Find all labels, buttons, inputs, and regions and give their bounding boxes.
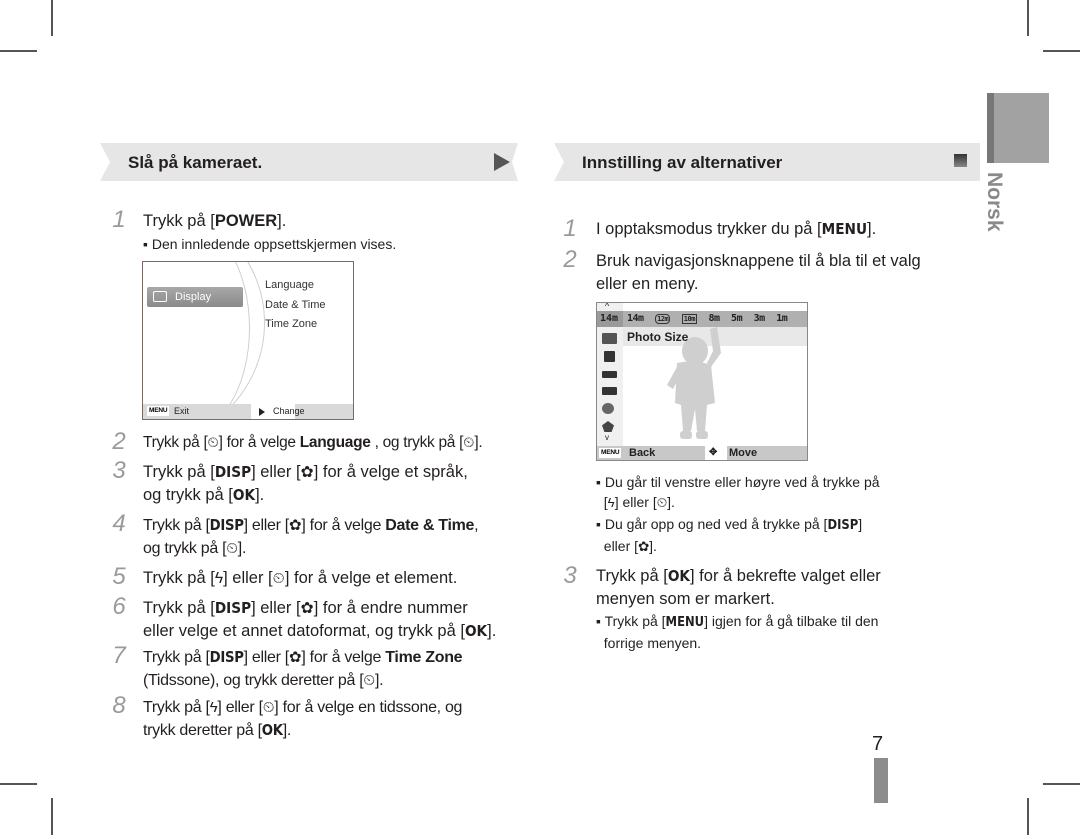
chevron-up-icon: ^ [605,302,610,311]
step-8: Trykk på [ϟ] eller [⏲] for å velge en ti… [143,696,462,742]
page-number: 7 [872,733,884,755]
chevron-down-icon: v [605,433,609,442]
language-tab-edge [987,93,994,163]
exit-label: Exit [174,406,190,416]
step-2: Trykk på [⏲] for å velge Language , og t… [143,431,483,455]
section-header-right: Innstilling av alternativer [554,143,980,181]
section-header-left: Slå på kameraet. [100,143,518,181]
crop-mark [51,0,53,36]
bullet: ▪ Du går opp og ned ved å trykke på [DIS… [596,514,862,557]
section-title: Innstilling av alternativer [582,153,783,172]
play-icon [494,153,510,171]
display-icon [153,291,167,302]
quality-icon [602,333,617,344]
timer-icon: ⏲ [207,435,219,451]
screen-footer: MENU Back ✥ Move [597,446,807,460]
step-number: 4 [112,510,126,537]
step-3: Trykk på [DISP] eller [✿] for å velge et… [143,463,468,504]
flash-icon: ϟ [214,570,224,587]
timer-icon: ⏲ [363,672,375,689]
option-date-time[interactable]: Date & Time [265,299,326,311]
camera-setup-screen: Display Language Date & Time Time Zone M… [142,261,354,420]
photo-size-label[interactable]: Photo Size [627,330,688,344]
timer-icon: ⏲ [262,699,275,716]
step-number: 7 [112,642,126,669]
crop-mark [1043,783,1080,785]
timer-icon: ⏲ [272,570,285,587]
macro-icon: ✿ [288,517,302,534]
step-5: Trykk på [ϟ] eller [⏲] for å velge et el… [143,567,457,590]
bullet: ▪ Du går til venstre eller høyre ved å t… [596,472,880,513]
step-3: Trykk på [OK] for å bekrefte valget elle… [596,567,881,608]
step-3-bullet: ▪ Trykk på [MENU] igjen for å gå tilbake… [596,613,879,651]
step-4: Trykk på [DISP] eller [✿] for å velge Da… [143,514,479,560]
current-size: 14m [600,313,619,324]
face-detect-icon [602,403,614,414]
step-number: 1 [112,206,126,233]
change-label: Change [273,406,305,416]
crop-mark [1027,0,1029,36]
macro-icon: ✿ [288,649,302,666]
macro-icon: ✿ [300,600,314,617]
page-marker-bar [874,758,888,803]
crop-mark [0,783,37,785]
timer-icon: ⏲ [226,540,238,557]
menu-item-display[interactable]: Display [147,287,243,307]
option-time-zone[interactable]: Time Zone [265,318,317,330]
crop-mark [1043,50,1080,52]
size-option[interactable]: 1m [776,313,788,324]
timer-icon: ⏲ [656,495,668,510]
move-label: Move [729,447,758,459]
language-tab [987,93,1049,163]
play-icon [259,408,265,416]
step-7: Trykk på [DISP] eller [✿] for å velge Ti… [143,646,463,692]
stop-icon [954,154,967,167]
crop-mark [51,798,53,835]
step-6: Trykk på [DISP] eller [✿] for å endre nu… [143,599,497,640]
section-title: Slå på kameraet. [128,153,263,172]
camera-menu-screen: ^ 14m 14m 12m 10m 8m 5m 3m 1m Photo Size… [596,302,808,461]
flash-icon: ϟ [607,495,615,510]
exposure-icon [604,351,615,362]
step-number: 2 [563,246,577,273]
size-option[interactable]: 14m [627,313,644,324]
step-2: Bruk navigasjonsknappene til å bla til e… [596,252,921,293]
step-1-bullet: ▪ Den innledende oppsettskjermen vises. [143,236,397,252]
step-1: Trykk på [POWER]. [143,212,287,230]
iso-icon [602,371,617,378]
macro-icon: ✿ [638,539,650,554]
option-language[interactable]: Language [265,279,314,291]
menu-key-icon: MENU [147,406,170,416]
step-number: 3 [112,457,126,484]
white-balance-icon [602,387,617,395]
crop-mark [0,50,37,52]
step-number: 2 [112,428,126,455]
step-1: I opptaksmodus trykker du på [MENU]. [596,220,877,238]
macro-icon: ✿ [300,464,314,481]
move-icon: ✥ [709,447,718,458]
step-number: 5 [112,563,126,590]
step-number: 8 [112,692,126,719]
screen-footer: MENU Exit Change [143,404,353,419]
back-label: Back [629,447,656,459]
size-option[interactable]: 3m [754,313,766,324]
crop-mark [1027,798,1029,835]
step-number: 3 [563,562,577,589]
step-number: 6 [112,593,126,620]
timer-icon: ⏲ [463,435,475,451]
language-label: Norsk [983,172,1006,232]
menu-key-icon: MENU [599,448,622,458]
step-number: 1 [563,215,577,242]
